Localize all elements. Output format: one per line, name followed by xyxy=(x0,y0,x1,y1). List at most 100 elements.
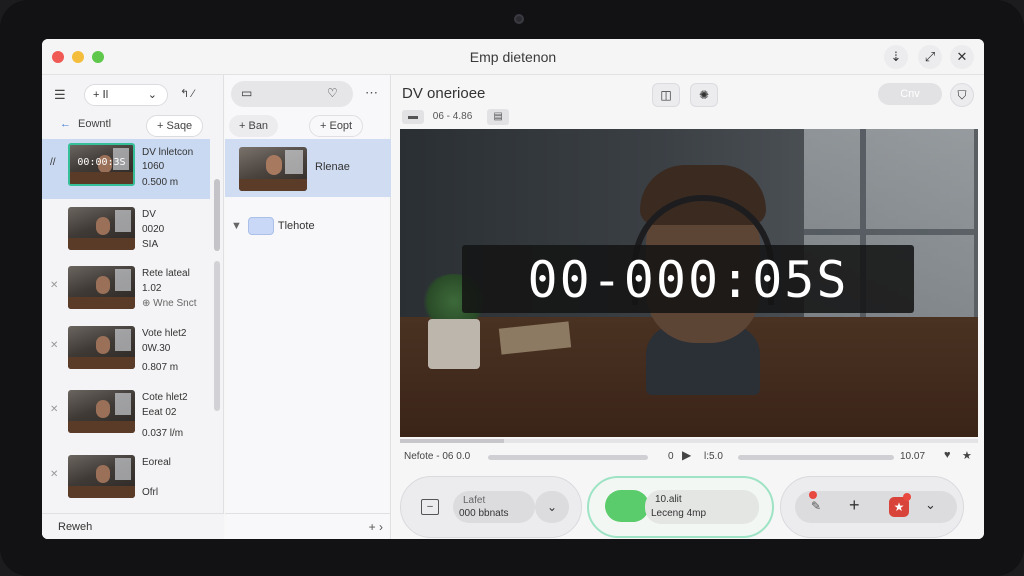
list-item[interactable]: Rlenae xyxy=(225,139,391,197)
folder-label: Tlehote xyxy=(277,219,315,232)
more-icon[interactable]: ⋯ xyxy=(365,85,378,101)
close-icon[interactable]: ✕ xyxy=(950,45,974,69)
sidebar-tabs: ← Eowntl + Saqe xyxy=(42,115,224,139)
pen-icon[interactable]: ✎ xyxy=(811,499,821,513)
clip-info[interactable]: Lafet 000 bbnats xyxy=(453,491,535,523)
sidebar-toolbar: ☰ + ꓲl ⌄ ↰ ⁄ xyxy=(42,75,224,115)
notification-dot xyxy=(809,491,817,499)
filter-icon[interactable]: ⛉ xyxy=(950,83,974,107)
drag-handle-icon[interactable]: // xyxy=(50,157,56,168)
disclosure-triangle-icon[interactable]: ▼ xyxy=(231,220,242,232)
scrub-bar-right[interactable] xyxy=(738,455,894,460)
transport-bar: Nefote - 06 0.0 0 ▶ l:5.0 10.07 ♥ ★ xyxy=(392,447,984,467)
duration-label: 06 - 4.86 xyxy=(432,111,473,122)
folder-row[interactable]: ▼ Tlehote xyxy=(231,217,315,235)
sidebar-scrollbar-track[interactable] xyxy=(214,261,220,411)
sidebar-footer: Reweh xyxy=(42,513,224,539)
clip-sidebar: ☰ + ꓲl ⌄ ↰ ⁄ ← Eowntl + Saqe // 00:00:3S… xyxy=(42,75,224,539)
remove-icon[interactable]: ✕ xyxy=(50,404,58,415)
record-info-line1: 10.alit xyxy=(655,494,682,505)
clip-size: 0.500 m xyxy=(142,177,179,188)
scrub-bar-left[interactable] xyxy=(488,455,648,460)
timecode-overlay: 00-000:05S xyxy=(462,245,914,313)
remove-icon[interactable]: ✕ xyxy=(50,340,58,351)
clip-thumbnail xyxy=(68,455,135,498)
sort-icon[interactable]: ↰ ⁄ xyxy=(180,87,194,100)
list-item[interactable]: ✕ Vote hlet2 0W.30 0.807 m xyxy=(42,322,210,382)
clip-info-line1: Lafet xyxy=(463,495,486,506)
bin-footer: + › xyxy=(225,513,391,539)
record-dock: 10.alit Leceng 4mp xyxy=(587,476,774,538)
video-preview[interactable]: 00-000:05S xyxy=(400,129,978,437)
list-item[interactable]: ✕ Eoreal Ofrl xyxy=(42,451,210,511)
clip-name: Rete lateal xyxy=(142,268,190,279)
clip-thumbnail xyxy=(68,326,135,369)
record-info[interactable]: 10.alit Leceng 4mp xyxy=(645,490,759,524)
sidebar-scrollbar[interactable] xyxy=(214,179,220,251)
star-icon[interactable]: ★ xyxy=(962,449,972,462)
list-item[interactable]: ✕ Cote hlet2 Eeat 02 0.037 l/m xyxy=(42,386,210,446)
clip-name: Vote hlet2 xyxy=(142,328,187,339)
dash-icon[interactable]: ▬ xyxy=(402,110,424,124)
clip-timecode: 00:00:3S xyxy=(77,157,126,168)
record-button[interactable] xyxy=(605,490,649,522)
add-button[interactable]: + xyxy=(849,495,860,516)
remove-icon[interactable]: ✕ xyxy=(50,469,58,480)
play-icon[interactable]: ▶ xyxy=(682,448,691,462)
compare-icon[interactable]: ◫ xyxy=(652,83,680,107)
menu-icon[interactable]: ☰ xyxy=(54,87,66,103)
chevron-down-icon[interactable]: ⌄ xyxy=(925,497,936,513)
record-info-line2: Leceng 4mp xyxy=(651,508,707,519)
tools-group: ✎ + ★ ⌄ xyxy=(795,491,957,523)
export-button[interactable]: Cnv xyxy=(878,83,942,105)
playback-progress[interactable] xyxy=(400,439,978,443)
comment-icon[interactable]: ▭ xyxy=(241,86,252,100)
clip-thumbnail: 00:00:3S xyxy=(68,143,135,186)
alert-dot xyxy=(903,493,911,501)
resize-icon[interactable]: ⤢ xyxy=(918,45,942,69)
clip-name: DV lnletcon xyxy=(142,147,194,158)
clip-detail: 0020 xyxy=(142,224,165,235)
add-clip-button[interactable]: + ꓲl ⌄ xyxy=(84,84,168,106)
tab-export[interactable]: + Eopt xyxy=(309,115,364,137)
footer-label[interactable]: Reweh xyxy=(58,521,92,533)
clip-detail: Eeat 02 xyxy=(142,407,177,418)
add-bin-button[interactable]: + › xyxy=(369,520,383,534)
bin-panel: ▭ ♡ ⋯ + Ban + Eopt Rlenae ▼ Tlehote + › xyxy=(225,75,391,539)
heart-icon[interactable]: ♥ xyxy=(944,449,951,461)
tab-bin[interactable]: + Ban xyxy=(229,115,279,137)
download-icon[interactable]: ⇣ xyxy=(884,45,908,69)
bin-thumbnail xyxy=(239,147,307,191)
camera-icon xyxy=(514,14,524,24)
clip-info-line2: 000 bbnats xyxy=(459,508,509,519)
clip-name: DV xyxy=(142,209,156,220)
bin-tabs: + Ban + Eopt xyxy=(225,115,391,139)
clip-size: SIA xyxy=(142,239,159,250)
list-item[interactable]: ✕ Rete lateal 1.02 ⊕ Wne Snct xyxy=(42,262,210,322)
chevron-down-icon[interactable]: ⌄ xyxy=(148,85,157,105)
settings-icon[interactable]: ✺ xyxy=(690,83,718,107)
clip-size: Ofrl xyxy=(142,487,159,498)
heart-icon[interactable]: ♡ xyxy=(327,86,338,100)
list-item[interactable]: // 00:00:3S DV lnletcon 1060 0.500 m xyxy=(42,139,210,199)
transport-position: l:5.0 xyxy=(704,451,723,462)
tools-dock: ✎ + ★ ⌄ xyxy=(780,476,964,538)
viewer-title: DV onerioee xyxy=(402,85,486,102)
viewer-subbar: ▬ 06 - 4.86 ▤ xyxy=(402,109,510,125)
remove-icon[interactable]: ✕ xyxy=(50,280,58,291)
clip-icon[interactable]: – xyxy=(421,499,439,515)
tab-search-label: Saqe xyxy=(166,120,193,132)
clip-detail: 1060 xyxy=(142,161,165,172)
tab-search[interactable]: + Saqe xyxy=(146,115,204,137)
tab-back[interactable]: Eowntl xyxy=(78,118,111,130)
list-item[interactable]: DV 0020 SIA xyxy=(42,203,210,263)
back-icon[interactable]: ← xyxy=(60,118,71,130)
aspect-icon[interactable]: ▤ xyxy=(487,109,510,125)
add-clip-label: + ꓲl xyxy=(93,89,109,101)
clip-thumbnail xyxy=(68,390,135,433)
clip-size: ⊕ Wne Snct xyxy=(142,298,197,309)
clip-dock: – Lafet 000 bbnats ⌄ xyxy=(400,476,582,538)
chevron-down-icon[interactable]: ⌄ xyxy=(535,491,569,523)
clip-thumbnail xyxy=(68,266,135,309)
bin-item-label: Rlenae xyxy=(315,161,350,173)
